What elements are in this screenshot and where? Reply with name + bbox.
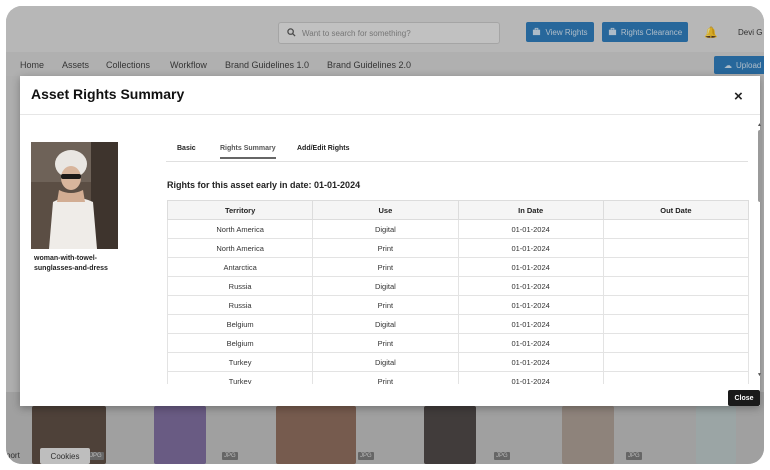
out-date-cell (602, 295, 749, 315)
asset-rights-summary-modal: Asset Rights Summary × woman-with-towel-… (20, 76, 763, 406)
in-date-cell: 01-01-2024 (457, 295, 604, 315)
out-date-cell (602, 238, 749, 258)
out-date-cell (602, 371, 749, 384)
table-row: North America Print 01-01-2024 (167, 238, 749, 258)
in-date-cell: 01-01-2024 (457, 219, 604, 239)
close-button[interactable]: Close (728, 390, 760, 406)
out-date-cell (602, 219, 749, 239)
asset-filename: woman-with-towel-sunglasses-and-dress (34, 255, 108, 272)
tab-basic[interactable]: Basic (177, 145, 196, 157)
modal-divider (20, 114, 760, 115)
column-header-use: Use (312, 200, 459, 220)
table-row: Russia Print 01-01-2024 (167, 295, 749, 315)
out-date-cell (602, 276, 749, 296)
use-cell: Digital (312, 276, 459, 296)
table-row: North America Digital 01-01-2024 (167, 219, 749, 239)
out-date-cell (602, 314, 749, 334)
scroll-down-arrow-icon[interactable]: ▼ (757, 372, 762, 378)
out-date-cell (602, 333, 749, 353)
column-header-territory: Territory (167, 200, 314, 220)
tab-rights-summary[interactable]: Rights Summary (220, 145, 276, 159)
use-cell: Digital (312, 314, 459, 334)
use-cell: Print (312, 257, 459, 277)
in-date-cell: 01-01-2024 (457, 352, 604, 372)
territory-cell: Russia (167, 276, 314, 296)
in-date-cell: 01-01-2024 (457, 371, 604, 384)
out-date-cell (602, 257, 749, 277)
column-header-out-date: Out Date (602, 200, 749, 220)
territory-cell: North America (167, 238, 314, 258)
rights-heading: Rights for this asset early in date: 01-… (167, 180, 361, 190)
close-icon[interactable]: × (734, 88, 743, 105)
scroll-up-arrow-icon[interactable]: ▲ (757, 122, 762, 128)
table-row: Belgium Digital 01-01-2024 (167, 314, 749, 334)
modal-scrollbar[interactable]: ▲ ▼ (757, 122, 763, 384)
in-date-cell: 01-01-2024 (457, 314, 604, 334)
table-row: Turkey Digital 01-01-2024 (167, 352, 749, 372)
territory-cell: North America (167, 219, 314, 239)
territory-cell: Belgium (167, 333, 314, 353)
use-cell: Digital (312, 352, 459, 372)
territory-cell: Turkey (167, 352, 314, 372)
use-cell: Digital (312, 219, 459, 239)
territory-cell: Antarctica (167, 257, 314, 277)
use-cell: Print (312, 371, 459, 384)
in-date-cell: 01-01-2024 (457, 276, 604, 296)
modal-title: Asset Rights Summary (31, 86, 185, 102)
territory-cell: Russia (167, 295, 314, 315)
out-date-cell (602, 352, 749, 372)
asset-preview-image (31, 142, 118, 249)
rights-table: Territory Use In Date Out Date North Ame… (167, 200, 749, 384)
rights-table-container: Territory Use In Date Out Date North Ame… (167, 200, 749, 384)
table-row: Belgium Print 01-01-2024 (167, 333, 749, 353)
in-date-cell: 01-01-2024 (457, 333, 604, 353)
app-window: Want to search for something? View Right… (6, 6, 764, 464)
modal-tabs: Basic Rights Summary Add/Edit Rights (166, 140, 748, 162)
table-row: Turkey Print 01-01-2024 (167, 371, 749, 384)
column-header-in-date: In Date (457, 200, 604, 220)
table-row: Antarctica Print 01-01-2024 (167, 257, 749, 277)
in-date-cell: 01-01-2024 (457, 257, 604, 277)
in-date-cell: 01-01-2024 (457, 238, 604, 258)
scrollbar-thumb[interactable] (758, 130, 762, 202)
territory-cell: Belgium (167, 314, 314, 334)
table-header-row: Territory Use In Date Out Date (167, 200, 749, 220)
table-row: Russia Digital 01-01-2024 (167, 276, 749, 296)
territory-cell: Turkey (167, 371, 314, 384)
tab-add-edit-rights[interactable]: Add/Edit Rights (297, 145, 350, 157)
use-cell: Print (312, 333, 459, 353)
use-cell: Print (312, 295, 459, 315)
use-cell: Print (312, 238, 459, 258)
